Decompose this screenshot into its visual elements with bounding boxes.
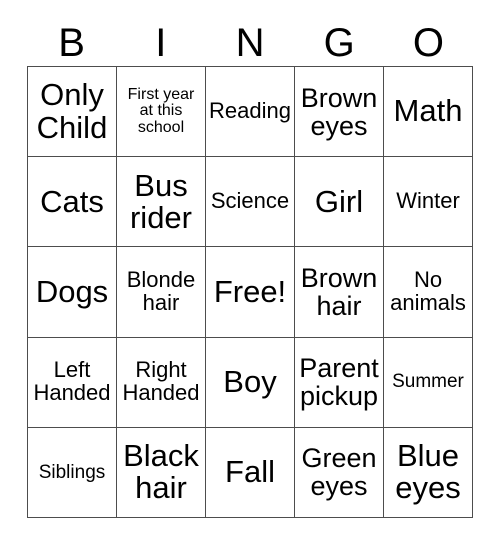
bingo-cell[interactable]: Right Handed (117, 337, 206, 428)
bingo-cell[interactable]: Parent pickup (295, 337, 384, 428)
bingo-cell[interactable]: Math (384, 67, 473, 158)
bingo-cell[interactable]: Girl (295, 157, 384, 248)
bingo-cell-label: Dogs (35, 273, 109, 309)
bingo-cell-label: Parent pickup (299, 353, 379, 412)
bingo-row: Dogs Blonde hair Free! Brown hair No ani… (28, 247, 473, 338)
bingo-cell[interactable]: Siblings (28, 427, 117, 519)
bingo-header: B I N G O (27, 20, 473, 66)
bingo-cell[interactable]: Green eyes (295, 427, 384, 519)
bingo-cell-label: Bus rider (129, 167, 192, 235)
bingo-cell[interactable]: No animals (384, 247, 473, 338)
bingo-cell-label: Fall (225, 454, 275, 490)
bingo-cell[interactable]: Summer (384, 337, 473, 428)
bingo-cell-label: Left Handed (33, 357, 111, 406)
bingo-row: Siblings Black hair Fall Green eyes Blue… (28, 427, 473, 519)
bingo-cell-label: Brown hair (300, 262, 378, 321)
bingo-cell[interactable]: Black hair (117, 427, 206, 519)
bingo-cell-label: Girl (314, 183, 364, 219)
bingo-cell[interactable]: Boy (206, 337, 295, 428)
bingo-cell[interactable]: Bus rider (117, 157, 206, 248)
header-letter-b: B (58, 21, 85, 65)
bingo-cell[interactable]: Cats (28, 157, 117, 248)
bingo-cell-label: Right Handed (122, 357, 200, 406)
bingo-cell[interactable]: Dogs (28, 247, 117, 338)
bingo-cell-label: Reading (209, 98, 291, 124)
bingo-cell-label: Siblings (38, 461, 106, 483)
bingo-card: B I N G O Only Child First year at this … (0, 0, 500, 544)
bingo-row: Left Handed Right Handed Boy Parent pick… (28, 337, 473, 428)
bingo-cell[interactable]: Blue eyes (384, 427, 473, 519)
bingo-cell-label: Blue eyes (395, 438, 461, 506)
bingo-cell[interactable]: Brown hair (295, 247, 384, 338)
bingo-cell[interactable]: Brown eyes (295, 67, 384, 158)
bingo-cell-label: No animals (390, 267, 466, 315)
bingo-cell[interactable]: Reading (206, 67, 295, 158)
bingo-cell-label: Summer (392, 371, 464, 393)
bingo-cell[interactable]: Left Handed (28, 337, 117, 428)
bingo-cell-label: Only Child (36, 77, 108, 145)
bingo-cell-label: Blonde hair (126, 267, 196, 315)
header-letter-i: I (155, 21, 167, 65)
bingo-cell-label: Winter (396, 188, 460, 214)
bingo-cell[interactable]: Only Child (28, 67, 117, 158)
bingo-cell[interactable]: Science (206, 157, 295, 248)
bingo-row: Only Child First year at this school Rea… (28, 67, 473, 158)
bingo-row: Cats Bus rider Science Girl Winter (28, 157, 473, 248)
bingo-cell-label: Boy (223, 364, 277, 400)
bingo-cell[interactable]: Winter (384, 157, 473, 248)
header-letter-o: O (412, 21, 444, 65)
bingo-cell-label: Math (393, 93, 463, 129)
bingo-cell-free[interactable]: Free! (206, 247, 295, 338)
bingo-cell-label: Science (210, 188, 290, 214)
bingo-cell-label: Free! (213, 273, 287, 309)
header-letter-g: G (323, 21, 355, 65)
bingo-cell[interactable]: First year at this school (117, 67, 206, 158)
bingo-cell[interactable]: Fall (206, 427, 295, 519)
bingo-cell-label: Black hair (123, 438, 199, 506)
bingo-cell-label: Green eyes (301, 443, 377, 502)
bingo-cell-label: First year at this school (127, 85, 195, 136)
bingo-cell-label: Cats (40, 183, 104, 219)
bingo-cell[interactable]: Blonde hair (117, 247, 206, 338)
bingo-grid: Only Child First year at this school Rea… (27, 66, 473, 519)
header-letter-n: N (235, 21, 265, 65)
bingo-cell-label: Brown eyes (300, 82, 378, 141)
